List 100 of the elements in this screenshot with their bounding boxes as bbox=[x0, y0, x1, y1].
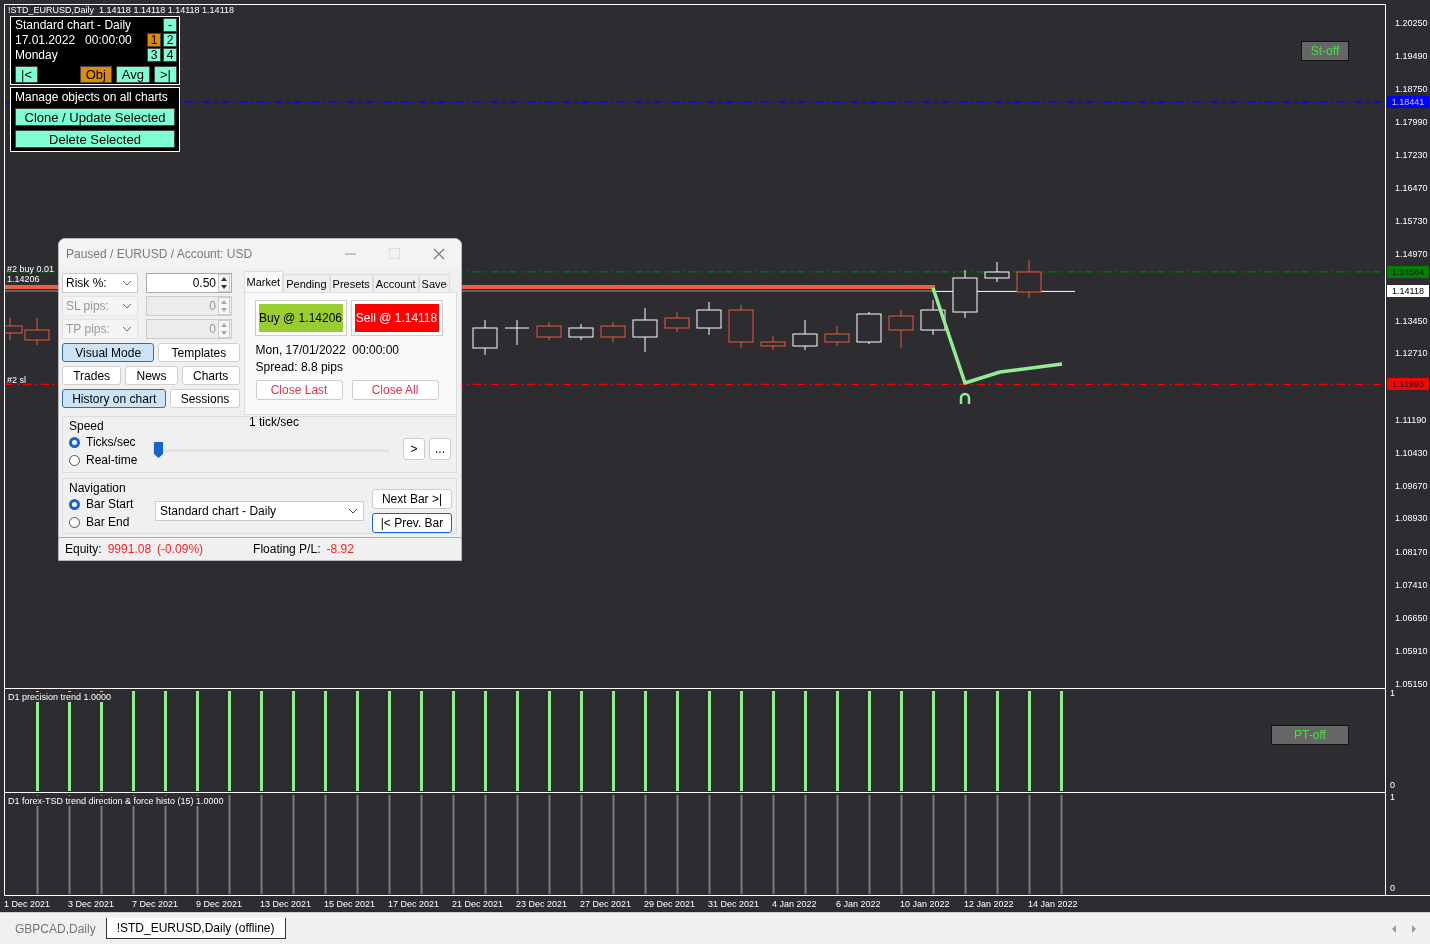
candle bbox=[632, 307, 658, 353]
date-label: 1 Dec 2021 bbox=[4, 898, 52, 911]
date-label: 15 Dec 2021 bbox=[324, 898, 377, 911]
sell-button[interactable]: Sell @ 1.14118 bbox=[351, 301, 442, 335]
radio-option[interactable]: Bar End bbox=[69, 515, 153, 529]
chart-name: Standard chart - Daily bbox=[15, 18, 132, 32]
chart-title: !STD_EURUSD,Daily 1.14118 1.14118 1.14118 1.14118 bbox=[8, 5, 234, 15]
date-label: 3 Dec 2021 bbox=[68, 898, 116, 911]
candle bbox=[600, 321, 626, 343]
chevron-icon bbox=[348, 508, 358, 514]
date-label: 10 Jan 2022 bbox=[900, 898, 951, 911]
equity-label: Equity: bbox=[65, 542, 102, 556]
spread-text: Spread: 8.8 pips bbox=[255, 361, 344, 374]
panel-button[interactable]: Delete Selected bbox=[15, 130, 175, 148]
candle bbox=[696, 301, 722, 336]
slot-button[interactable]: 2 bbox=[163, 33, 177, 47]
date-label: 27 Dec 2021 bbox=[580, 898, 633, 911]
collapse-button[interactable]: - bbox=[163, 18, 177, 32]
mode-button[interactable]: History on chart bbox=[62, 389, 167, 408]
radio-option[interactable]: Ticks/sec bbox=[69, 435, 153, 449]
price-tick: 1.13450 bbox=[1394, 314, 1428, 328]
date-label: 29 Dec 2021 bbox=[644, 898, 697, 911]
chevron-icon bbox=[122, 280, 132, 286]
candle bbox=[984, 261, 1010, 283]
candle bbox=[856, 311, 882, 345]
panel-button[interactable]: Clone / Update Selected bbox=[15, 108, 175, 126]
speed-button[interactable]: > bbox=[403, 438, 425, 460]
candle bbox=[824, 325, 850, 347]
mode-button[interactable]: Sessions bbox=[170, 389, 240, 408]
order-label: #2 sl bbox=[7, 375, 26, 385]
candle bbox=[472, 319, 498, 356]
date-label: 4 Jan 2022 bbox=[772, 898, 818, 911]
price-tick: 1.06650 bbox=[1394, 612, 1428, 626]
chart-tab[interactable]: !STD_EURUSD,Daily (offline) bbox=[105, 918, 286, 939]
mode-button[interactable]: Trades bbox=[62, 366, 122, 385]
tab[interactable]: Account bbox=[372, 274, 419, 292]
equity-value: 9991.08 bbox=[107, 542, 152, 556]
price-marker: 1.11993 bbox=[1387, 378, 1429, 391]
price-tick: 1.20250 bbox=[1394, 17, 1428, 30]
mode-button[interactable]: News bbox=[125, 366, 178, 385]
date-time: 17.01.2022 00:00:00 bbox=[15, 33, 132, 47]
mode-button[interactable]: Visual Mode bbox=[62, 343, 155, 362]
date-label: 7 Dec 2021 bbox=[132, 898, 180, 911]
chart-dropdown[interactable]: Standard chart - Daily bbox=[155, 501, 364, 521]
candle bbox=[792, 319, 818, 351]
price-marker: 1.18441 bbox=[1387, 96, 1429, 109]
radio-option[interactable]: Real-time bbox=[69, 453, 153, 467]
speed-button[interactable]: ... bbox=[429, 438, 451, 460]
tab[interactable]: Pending bbox=[283, 274, 330, 292]
panel-button[interactable]: Avg bbox=[115, 66, 151, 83]
slot-button[interactable]: 3 bbox=[147, 48, 161, 62]
candle bbox=[664, 311, 690, 333]
horseshoe-icon bbox=[959, 393, 971, 404]
panel-button[interactable]: |< bbox=[15, 66, 38, 83]
scroll-right-icon[interactable] bbox=[1411, 925, 1417, 933]
close-position-button[interactable]: Close All bbox=[351, 380, 439, 400]
radio-option[interactable]: Bar Start bbox=[69, 497, 153, 511]
slot-button[interactable]: 1 bbox=[147, 33, 161, 47]
candle bbox=[888, 309, 914, 349]
scale-label: 1 bbox=[1390, 688, 1395, 698]
mode-button[interactable]: Templates bbox=[158, 343, 240, 362]
mode-button[interactable]: Charts bbox=[181, 366, 240, 385]
price-tick: 1.16470 bbox=[1394, 182, 1428, 196]
slider-thumb[interactable] bbox=[153, 441, 164, 459]
pl-value: -8.92 bbox=[326, 542, 354, 556]
price-tick: 1.08170 bbox=[1394, 545, 1428, 559]
date-label: 6 Jan 2022 bbox=[836, 898, 882, 911]
price-tick: 1.07410 bbox=[1394, 579, 1428, 592]
candle bbox=[728, 304, 754, 349]
price-tick: 1.05150 bbox=[1395, 677, 1428, 691]
order-label: #2 buy 0.01 bbox=[7, 264, 55, 274]
bar-step-button[interactable]: Next Bar >| bbox=[372, 489, 452, 509]
toggle-button[interactable]: PT-off bbox=[1271, 725, 1349, 745]
equity-change: (-0.09%) bbox=[157, 542, 204, 556]
slot-button[interactable]: 4 bbox=[163, 48, 177, 62]
tab[interactable]: Save bbox=[418, 274, 450, 292]
buy-button[interactable]: Buy @ 1.14206 bbox=[255, 301, 346, 335]
date-label: 12 Jan 2022 bbox=[964, 898, 1015, 911]
pl-label: Floating P/L: bbox=[253, 542, 321, 556]
date-label: 21 Dec 2021 bbox=[452, 898, 505, 911]
param-dropdown[interactable]: Risk %: bbox=[62, 273, 138, 293]
price-tick: 1.08930 bbox=[1394, 512, 1428, 526]
candle bbox=[952, 269, 978, 319]
bar-step-button[interactable]: |< Prev. Bar bbox=[372, 513, 452, 533]
date-label: 31 Dec 2021 bbox=[708, 898, 761, 911]
close-icon[interactable] bbox=[433, 248, 445, 260]
candle bbox=[920, 299, 946, 336]
tab[interactable]: Market bbox=[243, 271, 284, 292]
indicator-label: D1 precision trend 1.0000 bbox=[8, 692, 114, 702]
panel-button[interactable]: >| bbox=[154, 66, 177, 83]
spin-arrows-icon[interactable] bbox=[218, 274, 230, 292]
price-tick: 1.17990 bbox=[1394, 115, 1428, 129]
scroll-left-icon[interactable] bbox=[1391, 925, 1397, 933]
panel-button[interactable]: Obj bbox=[79, 66, 112, 83]
date-label: 17 Dec 2021 bbox=[388, 898, 441, 911]
param-input[interactable]: 0.50 bbox=[146, 273, 232, 293]
tab[interactable]: Presets bbox=[329, 274, 373, 292]
toggle-button[interactable]: St-off bbox=[1301, 41, 1349, 61]
bar-time: Mon, 17/01/2022 00:00:00 bbox=[255, 344, 400, 357]
close-position-button[interactable]: Close Last bbox=[255, 380, 343, 400]
